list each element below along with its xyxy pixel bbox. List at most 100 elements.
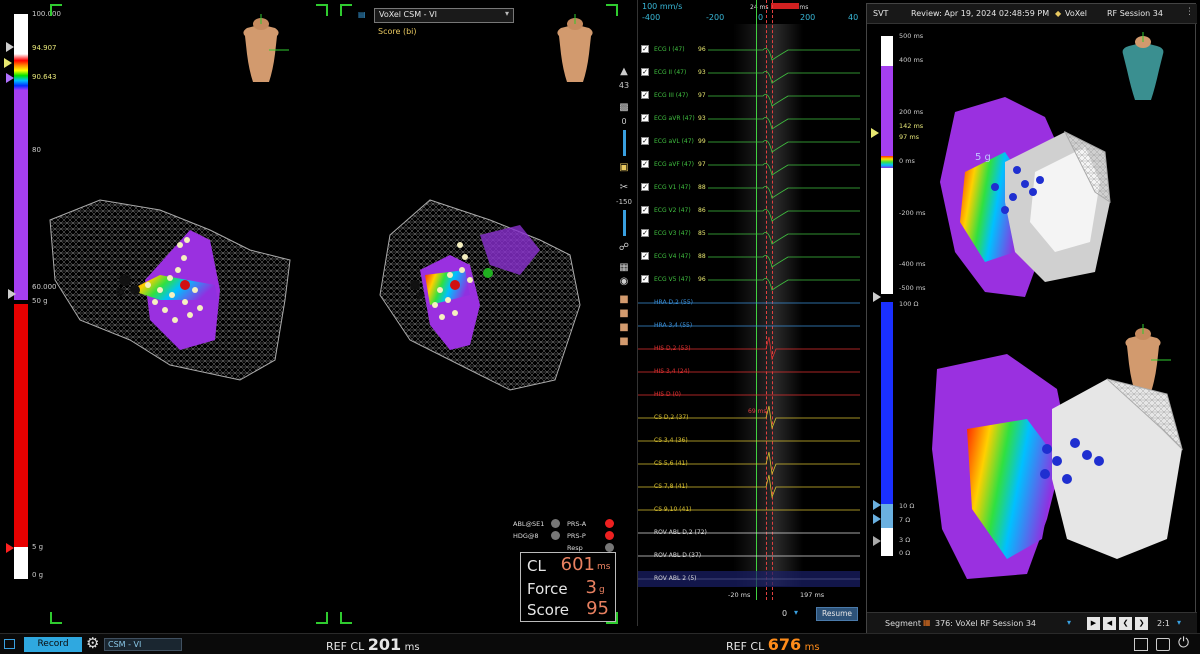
map-selector-dropdown[interactable]: VoXel CSM - VI ▾ [374,8,514,23]
channel-label[interactable]: ECG aVR (47) [654,115,695,122]
channel-label[interactable]: ROV ABL D,2 (72) [654,529,707,536]
scissors-icon[interactable]: ✂ [617,182,631,194]
lock-icon[interactable]: ☍ [617,242,631,254]
torso-view-icon[interactable]: ■ [617,322,631,334]
impedance-handle[interactable] [873,514,881,524]
window-marker[interactable] [771,3,799,9]
camera-icon[interactable]: ▣ [617,162,631,174]
current-value-marker[interactable] [4,58,12,68]
lat-color-scale[interactable] [881,36,893,294]
chevron-down-icon[interactable]: ▾ [794,608,798,617]
channel-label[interactable]: ROV ABL 2 (5) [654,575,697,582]
play-icon[interactable]: ▶ [1087,617,1100,630]
channel-label[interactable]: ECG aVF (47) [654,161,694,168]
map-views: 100.000 94.907 90.643 80 60.000 50 g 5 g… [0,0,628,626]
channel-checkbox[interactable]: ✓ [641,206,649,214]
scale-split-handle[interactable] [8,289,16,299]
channel-checkbox[interactable]: ✓ [641,160,649,168]
channel-checkbox[interactable]: ✓ [641,275,649,283]
channel-checkbox[interactable]: ✓ [641,252,649,260]
tool-value-0: 0 [621,117,627,126]
menu-icon[interactable]: ⋮ [1185,7,1194,17]
channel-label[interactable]: ECG aVL (47) [654,138,694,145]
lower-threshold-handle[interactable] [6,73,14,83]
channel-label[interactable]: ECG III (47) [654,92,688,99]
eye-icon[interactable]: ◉ [617,276,631,288]
channel-label[interactable]: ROV ABL D (37) [654,552,701,559]
gear-icon[interactable]: ⚙ [86,634,99,652]
segment-value[interactable]: 376: VoXel RF Session 34 [935,619,1036,628]
scale-split-handle[interactable] [873,292,881,302]
score-color-scale[interactable] [14,14,28,579]
impedance-handle[interactable] [873,536,881,546]
status-dot [605,543,614,552]
torso-view-icon[interactable]: ■ [617,308,631,320]
lat-map-lower[interactable] [927,349,1187,589]
channel-label[interactable]: CS 5,6 (41) [654,460,688,467]
impedance-color-scale[interactable] [881,302,893,556]
channel-label[interactable]: ECG I (47) [654,46,685,53]
force-marker-value: 5 g [32,543,44,551]
channel-checkbox[interactable]: ✓ [641,68,649,76]
playback-speed[interactable]: 2:1 [1157,619,1170,628]
channel-label[interactable]: ECG V4 (47) [654,253,691,260]
grid-icon[interactable]: ▦ [617,262,631,274]
impedance-handle[interactable] [873,500,881,510]
tab-svt[interactable]: SVT [873,9,888,18]
channel-label[interactable]: CS 7,8 (41) [654,483,688,490]
channel-checkbox[interactable]: ✓ [641,183,649,191]
chevron-down-icon[interactable]: ▾ [1177,618,1181,627]
channel-label[interactable]: ECG V3 (47) [654,230,691,237]
map-list-icon[interactable]: ▤ [358,10,366,19]
torso-view-icon[interactable]: ■ [617,294,631,306]
channel-label[interactable]: ECG V1 (47) [654,184,691,191]
layers-icon[interactable]: ▩ [617,102,631,114]
channel-checkbox[interactable]: ✓ [641,229,649,237]
channel-label[interactable]: ECG V5 (47) [654,276,691,283]
torso-view-icon[interactable]: ■ [617,336,631,348]
channel-checkbox[interactable]: ✓ [641,137,649,145]
foot-right-time: 197 ms [800,591,825,599]
channel-trace [708,47,860,61]
orientation-torso-icon[interactable] [1115,32,1171,102]
orientation-torso-icon[interactable] [233,14,289,84]
channel-label[interactable]: HIS D,2 (53) [654,345,691,352]
channel-checkbox[interactable]: ✓ [641,45,649,53]
anatomy-map-left[interactable] [40,190,300,390]
force-threshold-handle[interactable] [6,543,14,553]
upper-threshold-handle[interactable] [6,42,14,52]
channel-label[interactable]: HRA D,2 (55) [654,299,693,306]
channel-checkbox[interactable]: ✓ [641,91,649,99]
clip-slider[interactable] [623,210,626,236]
lat-window-handle[interactable] [871,128,879,138]
skip-back-icon[interactable]: ◀ [1103,617,1116,630]
window-icon[interactable] [4,639,15,649]
anatomy-map-right[interactable] [370,195,585,395]
offset-value[interactable]: 0 [782,609,787,618]
channel-label[interactable]: CS 9,10 (41) [654,506,692,513]
chat-icon[interactable] [1134,638,1148,651]
channel-label[interactable]: HIS D (0) [654,391,681,398]
resume-button[interactable]: Resume [816,607,858,621]
chevron-down-icon[interactable]: ▾ [1067,618,1071,627]
power-icon[interactable]: ⏻ [1178,635,1189,651]
display-icon[interactable] [1156,638,1170,651]
step-forward-icon[interactable]: ❯ [1135,617,1148,630]
lat-map-upper[interactable]: 5 g [935,92,1115,307]
channel-label[interactable]: CS 3,4 (36) [654,437,688,444]
channel-label[interactable]: CS D,2 (37) [654,414,688,421]
channel-label[interactable]: ECG V2 (47) [654,207,691,214]
channel-label[interactable]: HRA 3,4 (55) [654,322,692,329]
channel-label[interactable]: HIS 3,4 (24) [654,368,690,375]
waveform-panel[interactable]: 100 mm/s -400 -200 0 200 40 24 ms 170 ms… [637,0,860,626]
mountain-icon[interactable]: ▲ [617,66,631,78]
sweep-speed[interactable]: 100 mm/s [642,2,682,11]
channel-trace [708,93,860,107]
channel-label[interactable]: ECG II (47) [654,69,686,76]
opacity-slider[interactable] [623,130,626,156]
record-button[interactable]: Record [24,637,82,652]
channel-checkbox[interactable]: ✓ [641,114,649,122]
orientation-torso-icon[interactable] [547,14,603,84]
config-field[interactable]: CSM - VI [104,638,182,651]
step-back-icon[interactable]: ❮ [1119,617,1132,630]
